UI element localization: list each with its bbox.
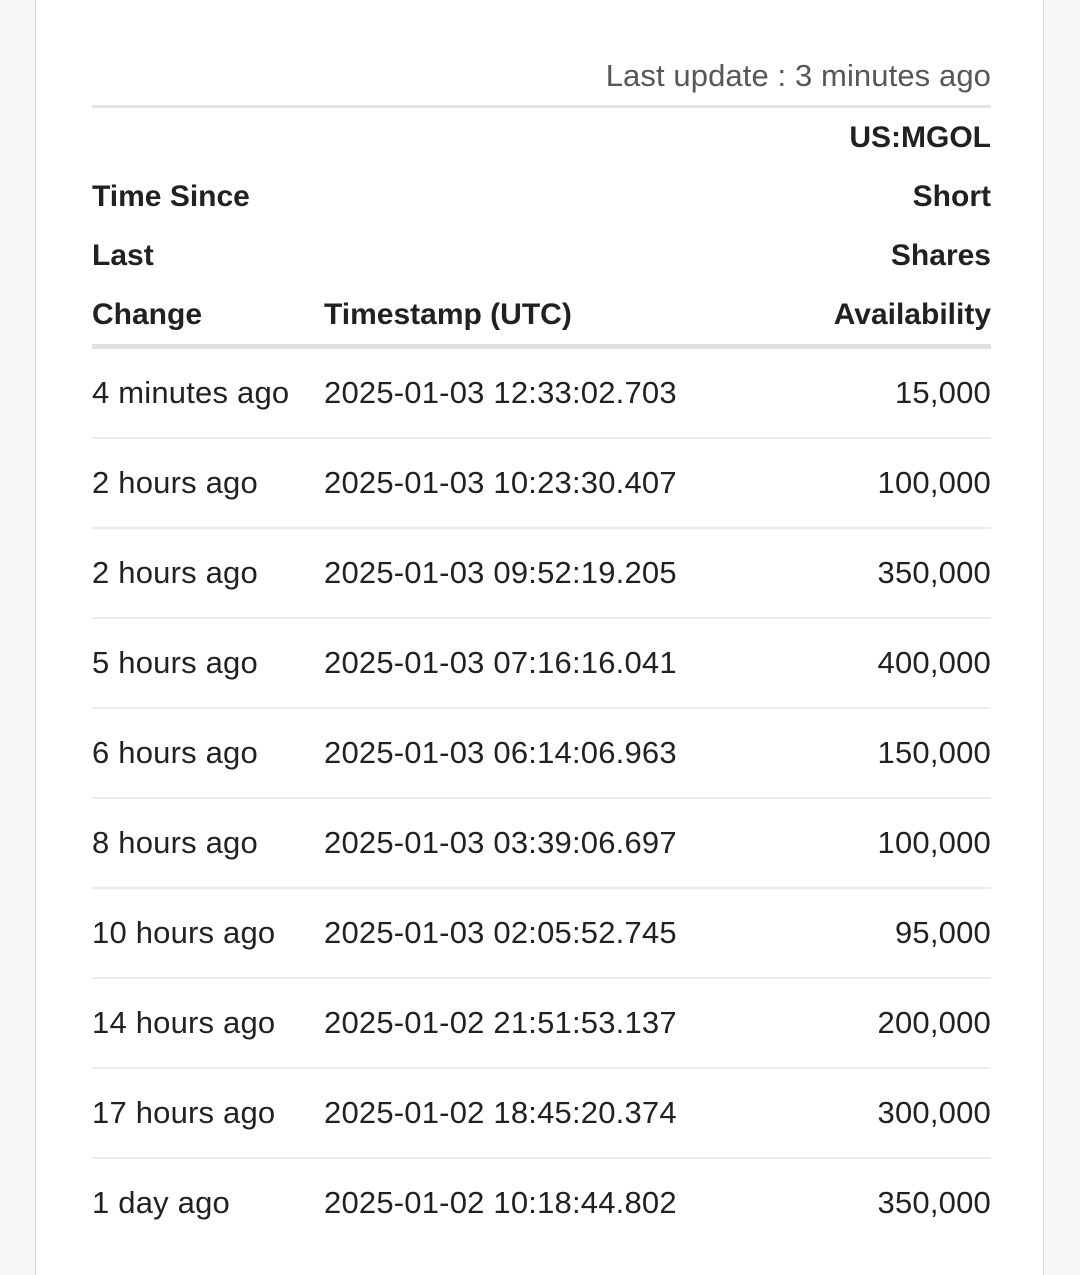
cell-timestamp: 2025-01-02 21:51:53.137 (324, 978, 801, 1069)
content-pane: Last update : 3 minutes ago Time Since L… (35, 0, 1044, 1275)
cell-timestamp: 2025-01-03 07:16:16.041 (324, 618, 801, 709)
table-header-row: Time Since Last Change Timestamp (UTC) U… (92, 105, 991, 349)
column-header-line: US:MGOL Short (849, 121, 991, 213)
cell-timestamp: 2025-01-03 10:23:30.407 (324, 438, 801, 529)
cell-short-shares-availability: 350,000 (801, 528, 991, 619)
column-header-line: Availability (833, 298, 991, 331)
cell-timestamp: 2025-01-02 18:45:20.374 (324, 1068, 801, 1159)
column-header-short-shares-availability[interactable]: US:MGOL Short Shares Availability (801, 105, 991, 349)
cell-time-since-last-change: 5 hours ago (92, 618, 324, 709)
column-header-timestamp[interactable]: Timestamp (UTC) (324, 105, 801, 349)
table-row[interactable]: 6 hours ago 2025-01-03 06:14:06.963 150,00… (92, 708, 991, 799)
page-frame: Last update : 3 minutes ago Time Since L… (0, 0, 1080, 1275)
column-header-time-since-last-change[interactable]: Time Since Last Change (92, 105, 324, 349)
cell-short-shares-availability: 150,000 (801, 708, 991, 799)
cell-timestamp: 2025-01-03 02:05:52.745 (324, 888, 801, 979)
table-row[interactable]: 2 hours ago 2025-01-03 10:23:30.407 100,00… (92, 438, 991, 529)
cell-timestamp: 2025-01-02 10:18:44.802 (324, 1185, 677, 1220)
table-body: 4 minutes ago 2025-01-03 12:33:02.703 15,0… (92, 346, 991, 1248)
last-update-label: Last update : 3 minutes ago (605, 58, 991, 93)
cell-time-since-last-change: 6 hours ago (92, 708, 324, 799)
cell-short-shares-availability: 100,000 (801, 798, 991, 889)
column-header-line: Shares (890, 239, 991, 272)
cell-time-since-last-change: 1 day ago (92, 1185, 230, 1220)
cell-time-since-last-change: 2 hours ago (92, 438, 324, 529)
column-header-line: Change (92, 298, 203, 331)
table-row[interactable]: 10 hours ago 2025-01-03 02:05:52.745 95,00… (92, 888, 991, 979)
cell-time-since-last-change: 4 minutes ago (92, 346, 324, 439)
cell-timestamp: 2025-01-03 06:14:06.963 (324, 708, 801, 799)
column-header-line: Time Since (92, 180, 250, 213)
cell-time-since-last-change: 2 hours ago (92, 528, 324, 619)
cell-time-since-last-change: 14 hours ago (92, 978, 324, 1069)
cell-short-shares-availability: 300,000 (801, 1068, 991, 1159)
table-row[interactable]: 4 minutes ago 2025-01-03 12:33:02.703 15,0… (92, 346, 991, 439)
table-row[interactable]: 14 hours ago 2025-01-02 21:51:53.137 200,0… (92, 978, 991, 1069)
table-row[interactable]: 5 hours ago 2025-01-03 07:16:16.041 400,00… (92, 618, 991, 709)
cell-timestamp: 2025-01-03 12:33:02.703 (324, 346, 801, 439)
cell-timestamp: 2025-01-03 03:39:06.697 (324, 798, 801, 889)
table-row[interactable]: 8 hours ago 2025-01-03 03:39:06.697 100,00… (92, 798, 991, 889)
table-header: Time Since Last Change Timestamp (UTC) U… (92, 105, 991, 349)
cell-short-shares-availability: 15,000 (801, 346, 991, 439)
cell-short-shares-availability: 100,000 (801, 438, 991, 529)
cell-short-shares-availability: 350,000 (877, 1185, 991, 1220)
cell-time-since-last-change: 17 hours ago (92, 1068, 324, 1159)
cell-short-shares-availability: 400,000 (801, 618, 991, 709)
column-header-label: Timestamp (UTC) (324, 298, 572, 331)
table-row[interactable]: 1 day ago 2025-01-02 10:18:44.802 350,000 (92, 1158, 991, 1247)
table-row[interactable]: 17 hours ago 2025-01-02 18:45:20.374 300,0… (92, 1068, 991, 1159)
cell-time-since-last-change: 8 hours ago (92, 798, 324, 889)
cell-short-shares-availability: 200,000 (801, 978, 991, 1069)
cell-timestamp: 2025-01-03 09:52:19.205 (324, 528, 801, 619)
cell-time-since-last-change: 10 hours ago (92, 888, 324, 979)
column-header-line: Last (92, 239, 154, 272)
short-shares-availability-table: Time Since Last Change Timestamp (UTC) U… (92, 105, 991, 1247)
cell-short-shares-availability: 95,000 (801, 888, 991, 979)
table-row[interactable]: 2 hours ago 2025-01-03 09:52:19.205 350,00… (92, 528, 991, 619)
